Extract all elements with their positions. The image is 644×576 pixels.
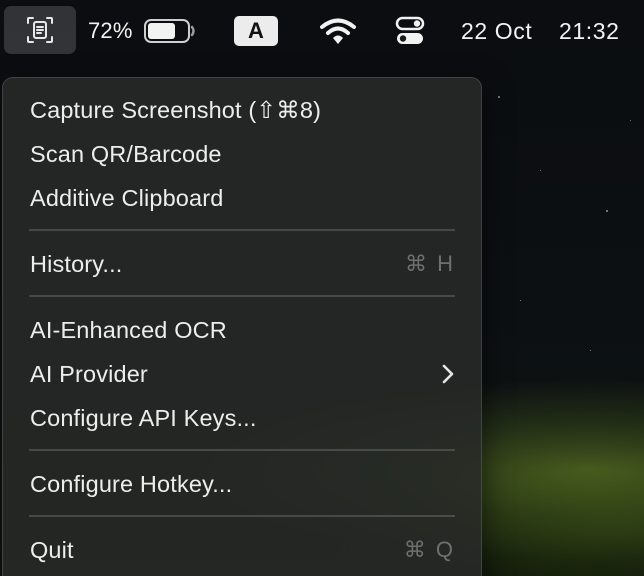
menu-item-configure-api-keys[interactable]: Configure API Keys... bbox=[30, 398, 455, 438]
menu-separator bbox=[29, 295, 455, 297]
chevron-right-icon bbox=[441, 363, 455, 385]
menu-item-additive-clipboard[interactable]: Additive Clipboard bbox=[30, 178, 455, 218]
menu-item-capture-screenshot[interactable]: Capture Screenshot (⇧⌘8) bbox=[30, 90, 455, 130]
menu-bar: 72% A 22 Oct 21:32 bbox=[0, 0, 644, 62]
menu-item-label: Scan QR/Barcode bbox=[30, 140, 222, 167]
menubar-time[interactable]: 21:32 bbox=[559, 0, 620, 62]
menu-item-label: Configure Hotkey... bbox=[30, 470, 233, 497]
menu-item-configure-hotkey[interactable]: Configure Hotkey... bbox=[30, 464, 455, 504]
menu-item-quit[interactable]: Quit ⌘ Q bbox=[30, 530, 455, 570]
input-source-indicator[interactable]: A bbox=[234, 0, 278, 62]
menu-item-label: Configure API Keys... bbox=[30, 404, 257, 431]
screenshot-app-glyph bbox=[27, 17, 53, 43]
app-dropdown-menu: Capture Screenshot (⇧⌘8) Scan QR/Barcode… bbox=[2, 77, 482, 576]
menu-item-ai-enhanced-ocr[interactable]: AI-Enhanced OCR bbox=[30, 310, 455, 350]
menu-separator bbox=[29, 515, 455, 517]
screenshot-app-icon[interactable] bbox=[4, 6, 76, 54]
wifi-icon[interactable] bbox=[318, 0, 358, 62]
menu-item-history[interactable]: History... ⌘ H bbox=[30, 244, 455, 284]
menu-item-label: AI Provider bbox=[30, 360, 148, 387]
history-shortcut: ⌘ H bbox=[405, 251, 455, 276]
menu-separator bbox=[29, 229, 455, 231]
input-source-label: A bbox=[234, 16, 278, 46]
battery-icon[interactable] bbox=[144, 0, 196, 62]
menu-item-label: History... bbox=[30, 250, 123, 277]
quit-shortcut: ⌘ Q bbox=[403, 537, 455, 562]
menu-item-label: Quit bbox=[30, 536, 74, 563]
control-center-icon[interactable] bbox=[394, 0, 426, 62]
menu-item-label: AI-Enhanced OCR bbox=[30, 316, 227, 343]
battery-percentage: 72% bbox=[88, 18, 133, 43]
menubar-date[interactable]: 22 Oct bbox=[461, 0, 532, 62]
menu-separator bbox=[29, 449, 455, 451]
menu-item-ai-provider[interactable]: AI Provider bbox=[30, 354, 455, 394]
menu-item-label: Additive Clipboard bbox=[30, 184, 224, 211]
menu-item-label: Capture Screenshot (⇧⌘8) bbox=[30, 97, 322, 123]
menu-item-scan-qr-barcode[interactable]: Scan QR/Barcode bbox=[30, 134, 455, 174]
